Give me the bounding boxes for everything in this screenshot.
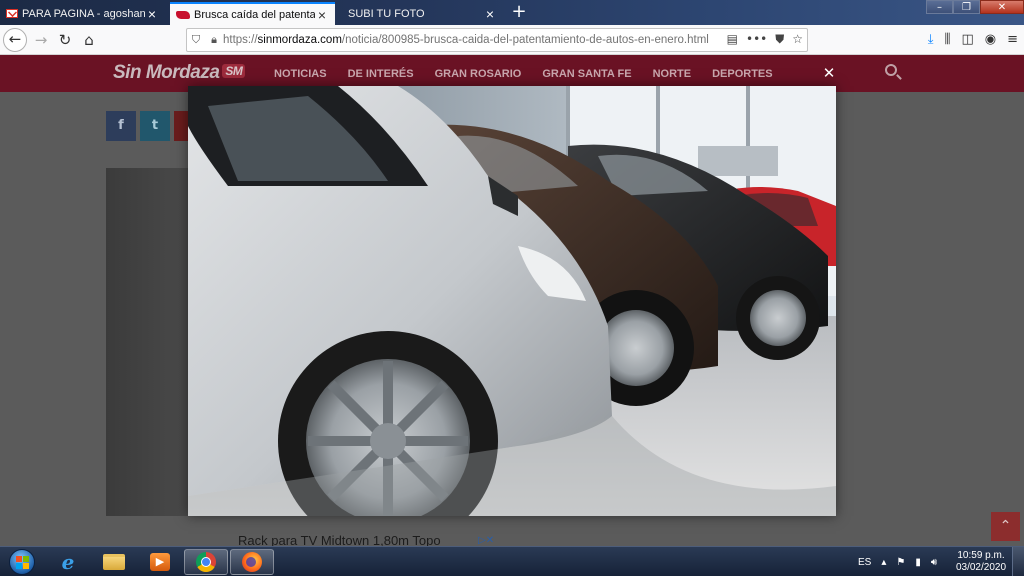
toolbar-icons: ⤓ ⫼ ◫ ◉ ≡ xyxy=(928,32,1018,47)
menu-item-gran-santa-fe[interactable]: GRAN SANTA FE xyxy=(542,68,631,80)
pocket-icon[interactable]: ⛊ xyxy=(775,32,784,47)
car-dealership-photo xyxy=(188,86,836,516)
menu-item-noticias[interactable]: NOTICIAS xyxy=(274,68,327,80)
url-protocol: https:// xyxy=(223,34,258,46)
chrome-icon xyxy=(196,552,216,572)
lightbox-image xyxy=(188,86,836,516)
menu-item-norte[interactable]: NORTE xyxy=(653,68,692,80)
tab-subi-tu-foto[interactable]: SUBI TU FOTO × xyxy=(338,2,503,25)
page-actions-icon[interactable]: ••• xyxy=(746,32,767,47)
scroll-to-top-button[interactable]: ⌃ xyxy=(991,512,1020,541)
shield-icon[interactable]: ⛉ xyxy=(187,33,205,47)
ad-banner-text[interactable]: Rack para TV Midtown 1,80m Topo xyxy=(238,533,498,546)
url-path: /noticia/800985-brusca-caida-del-patenta… xyxy=(341,34,709,46)
close-tab-icon[interactable]: × xyxy=(315,8,329,22)
taskbar-file-explorer[interactable] xyxy=(92,549,136,575)
windows-logo-icon xyxy=(9,549,35,575)
show-hidden-icons-icon[interactable]: ▴ xyxy=(881,557,886,568)
logo-text: Sin Mordaza xyxy=(113,62,220,83)
new-tab-button[interactable]: + xyxy=(508,2,530,24)
folder-icon xyxy=(103,554,125,570)
system-clock[interactable]: 10:59 p.m. 03/02/2020 xyxy=(953,550,1009,574)
address-bar[interactable]: ⛉ 🔒︎ https:// sinmordaza.com /noticia/80… xyxy=(186,28,808,52)
clock-date: 03/02/2020 xyxy=(955,562,1007,573)
tab-strip: PARA PAGINA - agoshanson16 × Brusca caíd… xyxy=(0,0,1024,25)
menu-item-gran-rosario[interactable]: GRAN ROSARIO xyxy=(435,68,522,80)
firefox-icon xyxy=(242,552,262,572)
taskbar-media-player[interactable]: ▶ xyxy=(138,549,182,575)
menu-icon[interactable]: ≡ xyxy=(1007,32,1018,47)
navigation-toolbar: ← → ↻ ⌂ ⛉ 🔒︎ https:// sinmordaza.com /no… xyxy=(0,25,1024,55)
sidebar-icon[interactable]: ◫ xyxy=(961,32,973,47)
taskbar-internet-explorer[interactable]: e xyxy=(46,549,90,575)
menu-item-de-interes[interactable]: DE INTERÉS xyxy=(348,68,414,80)
logo-badge: SM xyxy=(222,64,246,78)
url-host: sinmordaza.com xyxy=(257,34,342,46)
show-desktop-button[interactable] xyxy=(1012,547,1024,576)
window-controls: – ❐ ✕ xyxy=(926,0,1024,14)
tab-title: PARA PAGINA - agoshanson16 xyxy=(22,7,145,20)
tab-title: Brusca caída del patentamiento xyxy=(194,8,315,21)
clock-time: 10:59 p.m. xyxy=(957,550,1005,561)
back-button[interactable]: ← xyxy=(3,28,27,52)
tab-title: SUBI TU FOTO xyxy=(348,7,425,20)
media-player-icon: ▶ xyxy=(150,553,170,571)
share-facebook-button[interactable]: f xyxy=(106,111,136,141)
tab-article[interactable]: Brusca caída del patentamiento × xyxy=(170,2,335,25)
reader-view-icon[interactable]: ▤ xyxy=(727,32,738,47)
download-icon[interactable]: ⤓ xyxy=(928,32,934,47)
reload-button[interactable]: ↻ xyxy=(54,29,76,51)
system-tray: ES ▴ ⚑ ▮ 🔊︎ xyxy=(858,547,937,576)
ad-choices-icon[interactable]: ▷✕ xyxy=(478,535,494,546)
bookmark-star-icon[interactable]: ☆ xyxy=(792,32,803,47)
lock-icon[interactable]: 🔒︎ xyxy=(205,33,223,47)
site-logo[interactable]: Sin Mordaza SM xyxy=(113,62,246,84)
start-button[interactable] xyxy=(4,548,40,576)
sinmordaza-favicon-icon xyxy=(176,10,190,19)
lightbox-close-button[interactable]: ✕ xyxy=(820,64,838,82)
internet-explorer-icon: e xyxy=(61,550,75,574)
network-icon[interactable]: ▮ xyxy=(915,557,921,568)
gmail-icon xyxy=(6,9,18,18)
language-indicator[interactable]: ES xyxy=(858,557,871,568)
search-icon[interactable] xyxy=(885,64,897,76)
home-button[interactable]: ⌂ xyxy=(78,29,100,51)
close-window-button[interactable]: ✕ xyxy=(980,0,1024,14)
tab-gmail[interactable]: PARA PAGINA - agoshanson16 × xyxy=(0,2,165,25)
library-icon[interactable]: ⫼ xyxy=(944,32,950,47)
menu-item-deportes[interactable]: DEPORTES xyxy=(712,68,773,80)
minimize-button[interactable]: – xyxy=(926,0,953,14)
account-icon[interactable]: ◉ xyxy=(985,32,996,47)
maximize-button[interactable]: ❐ xyxy=(953,0,980,14)
close-tab-icon[interactable]: × xyxy=(145,7,159,21)
action-center-icon[interactable]: ⚑ xyxy=(896,557,905,568)
share-twitter-button[interactable]: t xyxy=(140,111,170,141)
forward-button[interactable]: → xyxy=(30,29,52,51)
windows-taskbar: e ▶ ES ▴ ⚑ ▮ 🔊︎ 10:59 p.m. 03/02/2020 xyxy=(0,546,1024,576)
taskbar-firefox[interactable] xyxy=(230,549,274,575)
address-bar-actions: ▤ ••• ⛊ ☆ xyxy=(727,32,803,47)
taskbar-chrome[interactable] xyxy=(184,549,228,575)
volume-icon[interactable]: 🔊︎ xyxy=(931,557,937,568)
close-tab-icon[interactable]: × xyxy=(483,7,497,21)
